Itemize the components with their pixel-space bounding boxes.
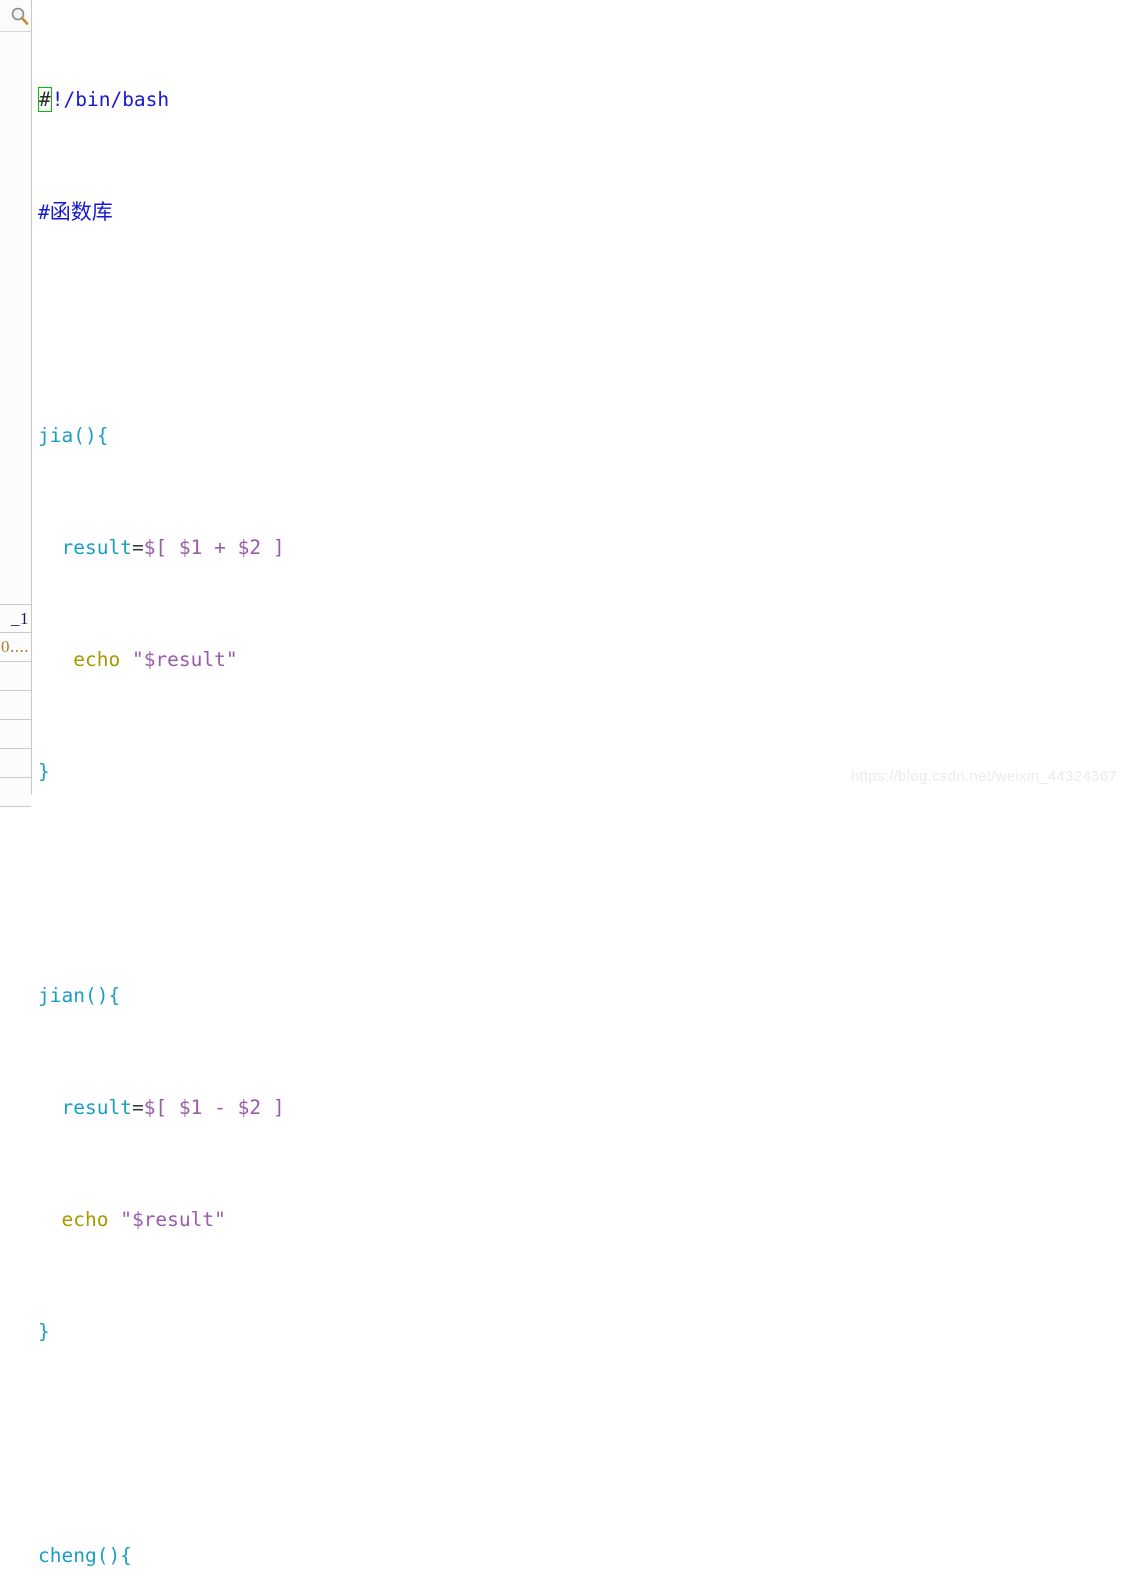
code-line[interactable]: result=$[ $1 + $2 ] xyxy=(38,534,312,562)
code-editor-pane[interactable]: #!/bin/bash #函数库 jia(){ result=$[ $1 + $… xyxy=(33,0,1125,1567)
code-line[interactable]: cheng(){ xyxy=(38,1542,312,1570)
code-line-blank[interactable] xyxy=(38,1430,312,1458)
assign-operator: = xyxy=(131,1096,144,1119)
list-item[interactable] xyxy=(0,691,31,720)
code-line[interactable]: jian(){ xyxy=(38,982,312,1010)
string-literal: "$result" xyxy=(131,648,238,671)
function-open: (){ xyxy=(84,984,121,1007)
assign-operator: = xyxy=(131,536,144,559)
code-line-blank[interactable] xyxy=(38,310,312,338)
code-line[interactable]: } xyxy=(38,758,312,786)
function-name-cheng: cheng xyxy=(38,1544,97,1567)
shebang-hash-highlight: # xyxy=(38,87,52,112)
list-item[interactable]: _1 xyxy=(0,604,31,633)
function-open: (){ xyxy=(96,1544,132,1567)
arith-expression: $[ $1 - $2 ] xyxy=(143,1096,285,1119)
sidebar-toolbar xyxy=(0,0,31,32)
left-sidebar: _1 0.... xyxy=(0,0,32,807)
search-icon[interactable] xyxy=(10,6,30,26)
shebang-text: !/bin/bash xyxy=(51,88,170,111)
list-item-label: 0.... xyxy=(1,637,29,656)
function-close: } xyxy=(38,1320,50,1343)
string-literal: "$result" xyxy=(120,1208,226,1231)
list-item[interactable] xyxy=(0,749,31,778)
function-name-jia: jia xyxy=(38,424,74,447)
sidebar-list[interactable]: _1 0.... xyxy=(0,604,31,807)
code-text-area[interactable]: #!/bin/bash #函数库 jia(){ result=$[ $1 + $… xyxy=(38,2,312,1590)
list-item[interactable] xyxy=(0,720,31,749)
list-item[interactable] xyxy=(0,778,31,807)
code-line-blank[interactable] xyxy=(38,870,312,898)
code-line[interactable]: echo "$result" xyxy=(38,646,312,674)
code-line[interactable]: echo "$result" xyxy=(38,1206,312,1234)
function-close: } xyxy=(38,760,50,783)
watermark: https://blog.csdn.net/weixin_44324367 xyxy=(850,768,1117,785)
code-line[interactable]: result=$[ $1 - $2 ] xyxy=(38,1094,312,1122)
function-name-jian: jian xyxy=(38,984,85,1007)
code-line[interactable]: jia(){ xyxy=(38,422,312,450)
comment-text: 函数库 xyxy=(49,200,113,224)
code-line[interactable]: #!/bin/bash xyxy=(38,86,312,114)
variable-result: result xyxy=(61,536,132,559)
variable-result: result xyxy=(61,1096,132,1119)
list-item[interactable]: 0.... xyxy=(0,633,31,662)
code-line[interactable]: } xyxy=(38,1318,312,1346)
keyword-echo: echo xyxy=(61,1208,109,1231)
arith-expression: $[ $1 + $2 ] xyxy=(143,536,285,559)
function-open: (){ xyxy=(73,424,109,447)
list-item[interactable] xyxy=(0,662,31,691)
comment-hash: # xyxy=(38,201,50,224)
keyword-echo: echo xyxy=(73,648,121,671)
code-line[interactable]: #函数库 xyxy=(38,198,312,226)
list-item-label: _1 xyxy=(11,609,29,628)
